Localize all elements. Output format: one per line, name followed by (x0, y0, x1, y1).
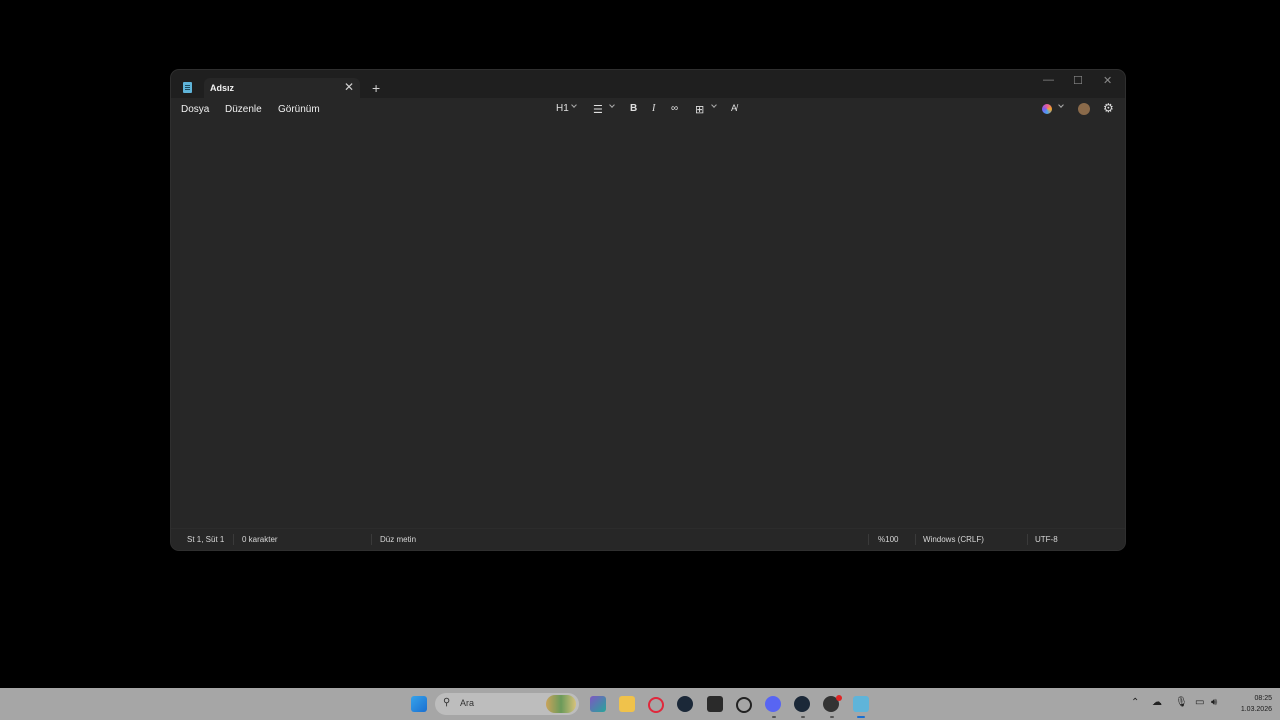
app-icon[interactable] (590, 696, 606, 712)
steam-icon[interactable] (794, 696, 810, 712)
menu-view[interactable]: Görünüm (278, 104, 320, 115)
account-avatar[interactable] (1078, 103, 1090, 115)
divider (915, 534, 916, 545)
minimize-button[interactable]: — (1043, 74, 1054, 86)
notification-badge (836, 695, 842, 701)
notepad-icon[interactable] (853, 696, 869, 712)
close-tab-icon[interactable]: ✕ (344, 80, 354, 94)
chevron-down-icon (571, 102, 577, 108)
list-icon[interactable]: ☰ (593, 103, 603, 116)
maximize-button[interactable]: ☐ (1073, 74, 1083, 87)
italic-icon[interactable]: I (652, 103, 655, 114)
title-bar: Adsız ✕ + — ☐ ✕ (171, 70, 1125, 100)
search-icon: ⚲ (443, 697, 451, 708)
chevron-up-icon[interactable]: ⌃ (1131, 697, 1139, 708)
divider (371, 534, 372, 545)
copilot-icon[interactable] (1042, 104, 1052, 114)
line-ending[interactable]: Windows (CRLF) (923, 535, 984, 544)
menu-edit[interactable]: Düzenle (225, 104, 262, 115)
cloud-icon[interactable]: ☁ (1152, 697, 1162, 708)
character-count: 0 karakter (242, 535, 278, 544)
close-window-button[interactable]: ✕ (1103, 74, 1112, 87)
format-mode[interactable]: Düz metin (380, 535, 416, 544)
chevron-down-icon (1058, 102, 1064, 108)
table-icon[interactable]: ⊞ (695, 103, 704, 116)
divider (1027, 534, 1028, 545)
tab-untitled[interactable]: Adsız ✕ (204, 78, 360, 100)
search-placeholder: Ara (460, 698, 475, 708)
clear-formatting-icon[interactable]: A̸ (731, 103, 737, 113)
encoding[interactable]: UTF-8 (1035, 535, 1058, 544)
date: 1.03.2026 (1240, 706, 1272, 713)
heading-dropdown[interactable]: H1 (556, 103, 569, 114)
opera-icon[interactable] (648, 697, 664, 713)
zoom-level[interactable]: %100 (878, 535, 898, 544)
menu-file[interactable]: Dosya (181, 104, 209, 115)
notepad-window: Adsız ✕ + — ☐ ✕ Dosya Düzenle Görünüm H1… (171, 70, 1125, 550)
running-indicator (801, 716, 805, 718)
search-input[interactable]: ⚲ Ara (435, 693, 579, 715)
epic-games-icon[interactable] (707, 696, 723, 712)
clock[interactable]: 08:25 1.03.2026 (1228, 693, 1272, 715)
gear-icon[interactable]: ⚙ (1103, 101, 1114, 115)
speaker-icon[interactable]: 🔊︎ (1211, 697, 1217, 708)
tab-title: Adsız (210, 83, 235, 93)
text-editor[interactable] (171, 122, 1125, 526)
new-tab-button[interactable]: + (372, 80, 380, 96)
time: 08:25 (1254, 695, 1272, 702)
notepad-icon (183, 82, 192, 93)
file-explorer-icon[interactable] (619, 696, 635, 712)
widget-icon[interactable] (546, 695, 576, 713)
menu-bar: Dosya Düzenle Görünüm H1 ☰ B I ∞ ⊞ A̸ ⚙ (171, 98, 1125, 122)
active-indicator (857, 716, 865, 718)
divider (233, 534, 234, 545)
taskbar: ⚲ Ara ⌃ ☁ 🎙︎ ▭ 🔊︎ 08:25 1.03.2026 (0, 688, 1280, 720)
running-indicator (772, 716, 776, 718)
link-icon[interactable]: ∞ (671, 103, 678, 114)
divider (868, 534, 869, 545)
windows-start-icon[interactable] (411, 696, 427, 712)
obs-icon[interactable] (736, 697, 752, 713)
bold-icon[interactable]: B (630, 103, 637, 114)
discord-icon[interactable] (765, 696, 781, 712)
network-icon[interactable]: ▭ (1195, 697, 1204, 708)
running-indicator (830, 716, 834, 718)
steam-icon[interactable] (677, 696, 693, 712)
chevron-down-icon (609, 102, 615, 108)
chevron-down-icon (711, 102, 717, 108)
status-bar: St 1, Süt 1 0 karakter Düz metin %100 Wi… (171, 528, 1125, 550)
cursor-position: St 1, Süt 1 (187, 535, 225, 544)
microphone-icon[interactable]: 🎙︎ (1175, 697, 1188, 708)
